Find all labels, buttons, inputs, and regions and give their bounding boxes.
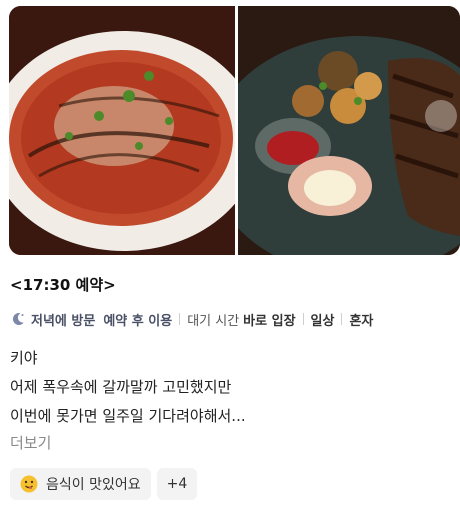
visit-companion: 혼자 bbox=[349, 313, 374, 329]
crescent-moon-icon bbox=[12, 312, 24, 325]
divider bbox=[341, 313, 343, 325]
wait-value: 바로 입장 bbox=[243, 313, 296, 329]
visit-purpose: 일상 bbox=[310, 313, 335, 329]
keyword-more-chip[interactable]: +4 bbox=[156, 468, 198, 500]
more-button[interactable]: 더보기 bbox=[10, 432, 51, 453]
photo-more-indicator bbox=[425, 100, 457, 132]
lasagna-illustration bbox=[9, 6, 235, 255]
visit-time: 저녁에 방문 bbox=[31, 313, 96, 329]
visit-info-row: 저녁에 방문 예약 후 이용 대기 시간 바로 입장 일상 혼자 bbox=[10, 309, 373, 329]
divider bbox=[179, 313, 181, 325]
divider bbox=[302, 313, 304, 325]
yum-face-icon bbox=[20, 475, 38, 493]
photo-lasagna[interactable] bbox=[9, 6, 235, 255]
review-line: 이번에 못가면 일주일 기다려야해서... bbox=[10, 407, 246, 425]
reservation-title: <17:30 예약> bbox=[10, 276, 116, 294]
wait-label: 대기 시간 bbox=[187, 313, 240, 329]
photo-ribs[interactable] bbox=[238, 6, 460, 255]
visit-reservation: 예약 후 이용 bbox=[103, 313, 173, 329]
ribs-illustration bbox=[238, 6, 460, 255]
review-line: 어제 폭우속에 갈까말까 고민했지만 bbox=[10, 378, 232, 396]
review-photos[interactable] bbox=[9, 6, 460, 255]
keyword-chip-label: 음식이 맛있어요 bbox=[46, 477, 141, 493]
review-line: 키야 bbox=[10, 349, 38, 367]
review-text[interactable]: 키야 어제 폭우속에 갈까말까 고민했지만 이번에 못가면 일주일 기다려야해서… bbox=[10, 344, 246, 431]
keyword-chips: 음식이 맛있어요 +4 bbox=[10, 468, 198, 500]
keyword-chip-food[interactable]: 음식이 맛있어요 bbox=[10, 468, 151, 500]
